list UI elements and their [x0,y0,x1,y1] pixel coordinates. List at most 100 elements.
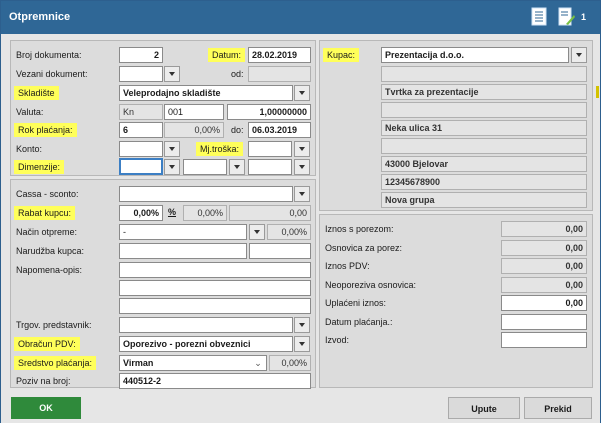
cassa-sconto-label: Cassa - sconto: [16,189,79,199]
vezani-dokument-label: Vezani dokument: [16,69,88,79]
dimenzije-label: Dimenzije: [14,160,65,174]
chevron-down-icon[interactable]: ⌄ [251,356,265,370]
valuta-code-field: Kn [119,104,163,120]
dimenzije-dropdown-1-icon[interactable] [164,159,180,175]
total-label-4: Neoporeziva osnovica: [325,279,417,290]
cassa-sconto-dropdown-icon[interactable] [294,186,310,202]
window: Otpremnice 1 Broj dokumenta: 2 Datum: 28… [0,0,601,423]
kupac-line-2: Tvrtka za prezentacije [381,84,587,100]
total-label-2: Osnovica za porez: [325,242,403,253]
do-label: do: [231,125,244,135]
total-label-6: Datum plaćanja.: [325,316,393,327]
rabat-pct-field[interactable]: 0,00% [119,205,163,221]
mj-troska-field[interactable] [248,141,292,157]
dimenzije-field-2[interactable] [183,159,227,175]
total-value-7[interactable] [501,332,587,348]
broj-dokumenta-label: Broj dokumenta: [16,50,82,60]
valuta-num-field[interactable]: 001 [164,104,224,120]
skladiste-dropdown-icon[interactable] [294,85,310,101]
narudzba-kupca-field[interactable] [119,243,247,259]
nacin-otpreme-field[interactable]: - [119,224,247,240]
sredstvo-pct-field: 0,00% [269,355,311,371]
napomena-line-3[interactable] [119,298,311,314]
rok-days-field[interactable]: 6 [119,122,163,138]
dimenzije-dropdown-2-icon[interactable] [229,159,245,175]
nacin-otpreme-pct-field: 0,00% [267,224,311,240]
vezani-dokument-field[interactable] [119,66,163,82]
rabat-value-field: 0,00 [229,205,311,221]
button-bar: OK Upute Prekid [1,392,600,423]
document-edit-icon[interactable] [556,6,576,28]
upute-button[interactable]: Upute [448,397,520,419]
obracun-pdv-label: Obračun PDV: [14,337,80,351]
title-bar: Otpremnice 1 [1,1,600,34]
total-value-1: 0,00 [501,221,587,237]
window-title: Otpremnice [9,11,71,23]
narudzba-kupca-extra-field[interactable] [249,243,311,259]
total-value-6[interactable] [501,313,587,330]
kupac-label: Kupac: [323,48,360,62]
nacin-otpreme-dropdown-icon[interactable] [249,224,265,240]
rok-pct-field: 0,00% [164,122,224,138]
total-label-7: Izvod: [325,335,350,345]
vezani-od-field [248,66,311,82]
kupac-dropdown-icon[interactable] [571,47,587,63]
skladiste-field[interactable]: Veleprodajno skladište [119,85,293,101]
dimenzije-field-1[interactable] [119,158,163,175]
cassa-sconto-field[interactable] [119,186,293,202]
kupac-line-5 [381,138,587,154]
dimenzije-field-3[interactable] [248,159,292,175]
mj-troska-label: Mj.troška: [196,142,244,156]
datum-label: Datum: [208,48,246,62]
document-list-icon[interactable] [529,6,549,28]
prekid-button[interactable]: Prekid [524,397,592,419]
rabat-percent-toggle[interactable]: % [165,205,179,221]
scroll-marker[interactable] [596,86,599,98]
kupac-line-3 [381,102,587,118]
konto-field[interactable] [119,141,163,157]
rok-date-field[interactable]: 06.03.2019 [248,122,311,138]
skladiste-label: Skladište [14,86,59,100]
rabat-kupcu-label: Rabat kupcu: [14,206,76,220]
badge-count: 1 [581,12,587,22]
obracun-pdv-field[interactable]: Oporezivo - porezni obveznici [119,336,293,352]
rabat-pct2-field: 0,00% [183,205,227,221]
total-value-5[interactable]: 0,00 [501,295,587,311]
ok-button[interactable]: OK [11,397,81,419]
napomena-label: Napomena-opis: [16,265,83,275]
total-value-4: 0,00 [501,276,587,293]
poziv-na-broj-label: Poziv na broj: [16,376,71,386]
vezani-dokument-dropdown-icon[interactable] [164,66,180,82]
kupac-line-7: 12345678900 [381,174,587,190]
trgov-predstavnik-dropdown-icon[interactable] [294,317,310,333]
total-label-1: Iznos s porezom: [325,224,394,234]
kupac-line-1 [381,66,587,82]
valuta-rate-field[interactable]: 1,00000000 [227,104,311,120]
kupac-line-8: Nova grupa [381,192,587,208]
mj-troska-dropdown-icon[interactable] [294,141,310,157]
broj-dokumenta-field[interactable]: 2 [119,47,163,63]
total-label-3: Iznos PDV: [325,261,370,271]
obracun-pdv-dropdown-icon[interactable] [294,336,310,352]
trgov-predstavnik-label: Trgov. predstavnik: [16,320,92,330]
nacin-otpreme-label: Način otpreme: [16,227,78,237]
napomena-line-1[interactable] [119,262,311,278]
valuta-label: Valuta: [16,107,44,117]
konto-label: Konto: [16,144,43,154]
total-value-3: 0,00 [501,258,587,274]
sredstvo-placanja-label: Sredstvo plaćanja: [14,356,97,370]
total-value-2: 0,00 [501,239,587,256]
narudzba-kupca-label: Narudžba kupca: [16,246,85,256]
poziv-na-broj-field[interactable]: 440512-2 [119,373,311,389]
kupac-field[interactable]: Prezentacija d.o.o. [381,47,569,63]
sredstvo-placanja-select[interactable]: Virman [119,355,267,371]
konto-dropdown-icon[interactable] [164,141,180,157]
kupac-line-4: Neka ulica 31 [381,120,587,136]
total-label-5: Uplaćeni iznos: [325,298,387,308]
od-label: od: [231,69,244,79]
datum-field[interactable]: 28.02.2019 [248,47,311,63]
dimenzije-dropdown-3-icon[interactable] [294,159,310,175]
trgov-predstavnik-field[interactable] [119,317,293,333]
kupac-line-6: 43000 Bjelovar [381,156,587,172]
napomena-line-2[interactable] [119,280,311,296]
